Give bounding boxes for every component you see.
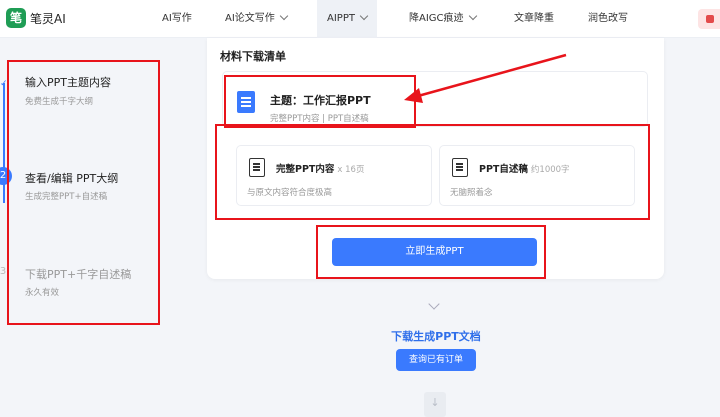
- annotation-arrow-icon: [404, 53, 567, 103]
